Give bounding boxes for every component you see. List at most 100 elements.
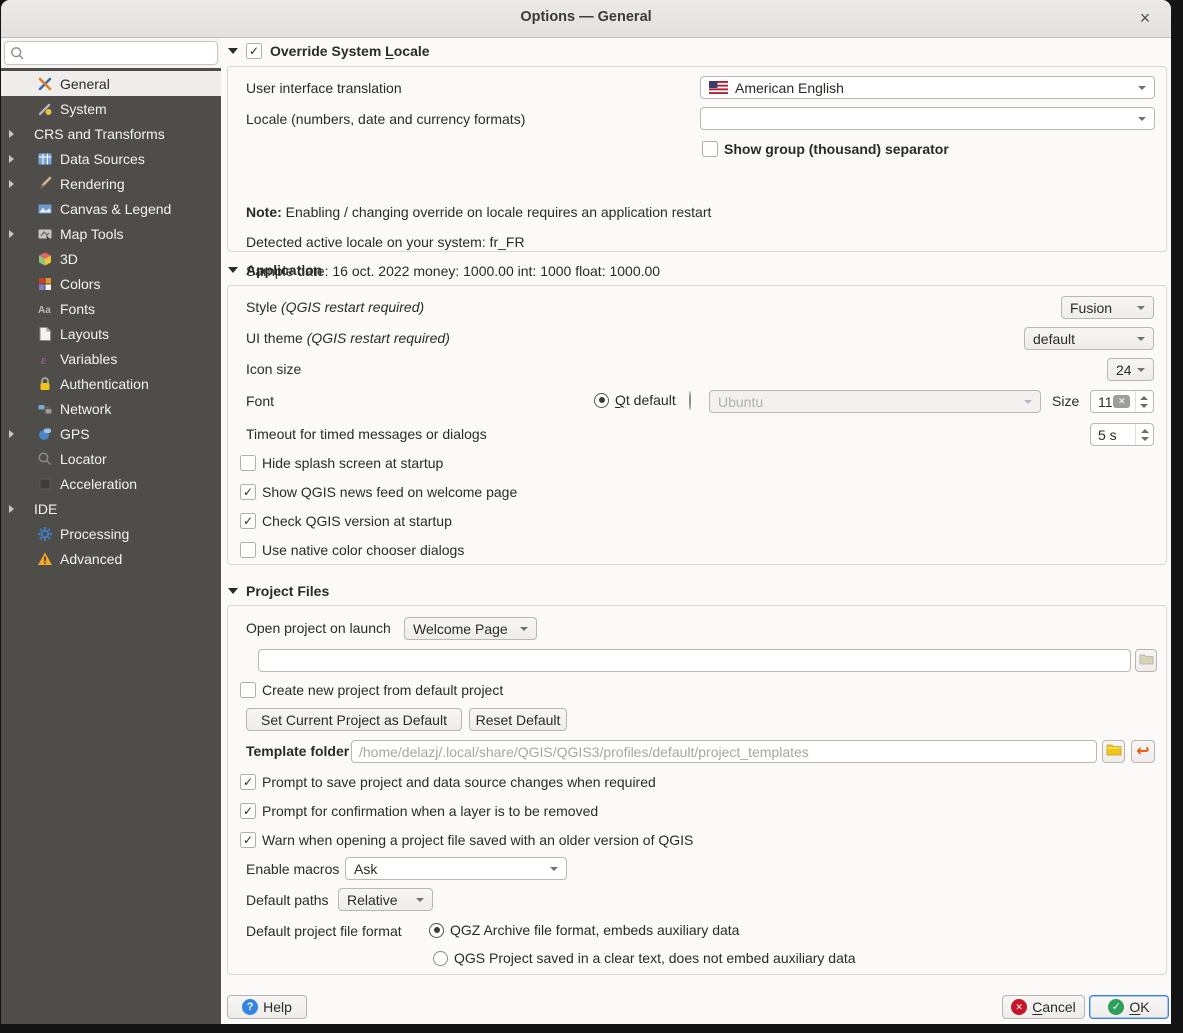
override-locale-checkbox[interactable]: ✓	[246, 43, 262, 59]
style-select[interactable]: Fusion	[1061, 296, 1154, 319]
sidebar-item-fonts[interactable]: Aa Fonts	[1, 296, 221, 321]
locale-format-select[interactable]	[700, 107, 1155, 130]
default-paths-label: Default paths	[246, 892, 329, 908]
ui-theme-select[interactable]: default	[1024, 327, 1154, 350]
help-icon: ?	[242, 999, 259, 1015]
native-color-checkbox[interactable]	[240, 542, 256, 558]
close-icon[interactable]: ×	[1131, 5, 1159, 33]
font-size-stepper[interactable]: 11 ✕	[1090, 390, 1154, 413]
launch-project-path-input[interactable]	[258, 649, 1131, 672]
hide-splash-checkbox-row[interactable]: Hide splash screen at startup	[240, 455, 443, 471]
timeout-stepper[interactable]: 5 s	[1090, 423, 1154, 446]
sidebar-item-locator[interactable]: Locator	[1, 446, 221, 471]
stepper-buttons[interactable]	[1134, 391, 1153, 412]
create-default-checkbox[interactable]	[240, 682, 256, 698]
collapse-icon[interactable]	[228, 588, 238, 594]
cancel-icon: ✕	[1011, 999, 1028, 1015]
sidebar-item-canvas-legend[interactable]: Canvas & Legend	[1, 196, 221, 221]
sidebar: General System CRS and Transforms Data S…	[1, 38, 221, 1024]
browse-template-button[interactable]	[1102, 740, 1125, 763]
style-label: Style (QGIS restart required)	[246, 299, 425, 315]
reset-template-button[interactable]: ↩	[1131, 740, 1155, 763]
group-separator-checkbox[interactable]	[702, 141, 718, 157]
layouts-icon	[37, 326, 53, 342]
gps-icon	[37, 426, 53, 442]
rendering-icon	[37, 176, 53, 192]
custom-font-radio[interactable]	[689, 391, 691, 410]
check-version-checkbox-row[interactable]: ✓ Check QGIS version at startup	[240, 513, 452, 529]
search-input[interactable]	[29, 43, 214, 63]
expand-arrow-icon[interactable]	[9, 129, 14, 138]
prompt-removal-checkbox[interactable]: ✓	[240, 803, 256, 819]
colors-icon	[37, 276, 53, 292]
chevron-down-icon	[1138, 116, 1146, 121]
check-version-checkbox[interactable]: ✓	[240, 513, 256, 529]
qgz-radio-row[interactable]: QGZ Archive file format, embeds auxiliar…	[429, 922, 739, 938]
sidebar-item-gps[interactable]: GPS	[1, 421, 221, 446]
project-files-section-header[interactable]: Project Files	[228, 583, 329, 599]
sidebar-item-acceleration[interactable]: Acceleration	[1, 471, 221, 496]
locale-section-title: Override System Locale	[270, 43, 430, 59]
warn-older-version-checkbox-row[interactable]: ✓ Warn when opening a project file saved…	[240, 832, 693, 848]
news-feed-checkbox-row[interactable]: ✓ Show QGIS news feed on welcome page	[240, 484, 517, 500]
browse-project-button[interactable]	[1135, 649, 1157, 672]
ok-button[interactable]: ✓ OK	[1089, 995, 1169, 1019]
default-paths-select[interactable]: Relative	[338, 888, 433, 911]
hide-splash-checkbox[interactable]	[240, 455, 256, 471]
sidebar-item-crs-and-transforms[interactable]: CRS and Transforms	[1, 121, 221, 146]
open-project-select[interactable]: Welcome Page	[404, 617, 537, 640]
application-section-header[interactable]: Application	[228, 262, 322, 278]
enable-macros-select[interactable]: Ask	[345, 857, 567, 880]
expand-arrow-icon[interactable]	[9, 429, 14, 438]
qgz-format-radio[interactable]	[429, 922, 444, 938]
icon-size-select[interactable]: 24	[1107, 358, 1154, 381]
prompt-removal-checkbox-row[interactable]: ✓ Prompt for confirmation when a layer i…	[240, 803, 598, 819]
news-feed-checkbox[interactable]: ✓	[240, 484, 256, 500]
sidebar-item-general[interactable]: General	[1, 71, 221, 96]
qgs-radio-row[interactable]: QGS Project saved in a clear text, does …	[433, 950, 856, 966]
sidebar-item-layouts[interactable]: Layouts	[1, 321, 221, 346]
sidebar-item-system[interactable]: System	[1, 96, 221, 121]
warn-older-version-checkbox[interactable]: ✓	[240, 832, 256, 848]
spin-down-icon	[1140, 436, 1149, 441]
prompt-save-checkbox-row[interactable]: ✓ Prompt to save project and data source…	[240, 774, 656, 790]
native-color-checkbox-row[interactable]: Use native color chooser dialogs	[240, 542, 464, 558]
sidebar-item-colors[interactable]: Colors	[1, 271, 221, 296]
locale-section-header[interactable]: ✓ Override System Locale	[228, 43, 430, 59]
sidebar-item-advanced[interactable]: Advanced	[1, 546, 221, 571]
sidebar-item-3d[interactable]: 3D	[1, 246, 221, 271]
group-separator-checkbox-row[interactable]: Show group (thousand) separator	[702, 141, 949, 157]
chevron-down-icon	[1137, 305, 1145, 310]
set-current-default-button[interactable]: Set Current Project as Default	[246, 708, 462, 731]
processing-icon	[37, 526, 53, 542]
title-bar[interactable]: Options — General ×	[1, 0, 1171, 38]
sidebar-item-rendering[interactable]: Rendering	[1, 171, 221, 196]
expand-arrow-icon[interactable]	[9, 229, 14, 238]
reset-default-button[interactable]: Reset Default	[469, 708, 567, 731]
expand-arrow-icon[interactable]	[9, 154, 14, 163]
collapse-icon[interactable]	[228, 267, 238, 273]
sidebar-item-authentication[interactable]: Authentication	[1, 371, 221, 396]
sidebar-item-variables[interactable]: ε Variables	[1, 346, 221, 371]
chevron-down-icon	[550, 866, 558, 871]
sidebar-item-map-tools[interactable]: Map Tools	[1, 221, 221, 246]
locale-note: Note: Enabling / changing override on lo…	[246, 204, 712, 220]
qt-default-radio[interactable]	[594, 392, 609, 408]
font-qt-default-radio-row[interactable]: Qt default	[594, 392, 676, 408]
clear-value-icon[interactable]: ✕	[1113, 395, 1131, 408]
expand-arrow-icon[interactable]	[9, 179, 14, 188]
sidebar-item-ide[interactable]: IDE	[1, 496, 221, 521]
create-default-checkbox-row[interactable]: Create new project from default project	[240, 682, 503, 698]
ui-translation-select[interactable]: American English	[700, 76, 1155, 99]
qgs-format-radio[interactable]	[433, 950, 448, 966]
prompt-save-checkbox[interactable]: ✓	[240, 774, 256, 790]
data-sources-icon	[37, 151, 53, 167]
help-button[interactable]: ? Help	[227, 995, 307, 1019]
stepper-buttons[interactable]	[1135, 424, 1153, 445]
cancel-button[interactable]: ✕ Cancel	[1002, 995, 1085, 1019]
sidebar-item-processing[interactable]: Processing	[1, 521, 221, 546]
collapse-icon[interactable]	[228, 48, 238, 54]
expand-arrow-icon[interactable]	[9, 504, 14, 513]
sidebar-item-network[interactable]: Network	[1, 396, 221, 421]
sidebar-item-data-sources[interactable]: Data Sources	[1, 146, 221, 171]
